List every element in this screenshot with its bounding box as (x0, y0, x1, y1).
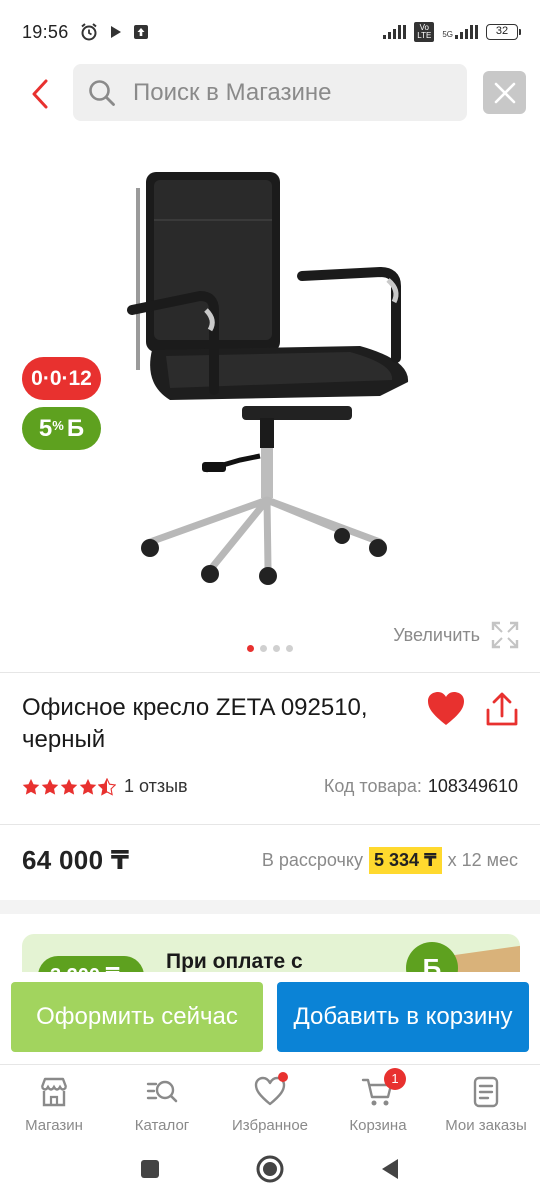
star-icon (79, 778, 97, 795)
status-time: 19:56 (22, 21, 69, 42)
gallery-dot[interactable] (286, 645, 293, 652)
star-icon (41, 778, 59, 795)
back-nav-button[interactable] (375, 1154, 405, 1184)
status-bar: 19:56 Vo LTE 5G 32 (0, 0, 540, 64)
shop-icon (40, 1077, 68, 1107)
cart-count-badge: 1 (384, 1068, 406, 1090)
divider (0, 672, 540, 673)
action-bar: Оформить сейчас Добавить в корзину (0, 972, 540, 1064)
star-half-icon (98, 777, 116, 796)
favorites-dot (278, 1072, 288, 1082)
play-store-icon (110, 26, 121, 38)
gallery-dot-active[interactable] (247, 645, 254, 652)
nav-label: Корзина (349, 1117, 407, 1134)
nav-item-orders[interactable]: Мои заказы (432, 1065, 540, 1140)
catalog-search-icon (146, 1080, 178, 1103)
clear-search-button[interactable] (483, 71, 526, 114)
nav-label: Мои заказы (445, 1117, 527, 1134)
gallery-pagination (0, 645, 540, 652)
divider (0, 824, 540, 825)
promo-text: При оплате с (166, 950, 303, 972)
nav-item-shop[interactable]: Магазин (0, 1065, 108, 1140)
search-box[interactable] (73, 64, 467, 121)
orders-icon (473, 1076, 499, 1108)
system-navigation (0, 1140, 540, 1200)
installment-info[interactable]: В рассрочку 5 334 ₸ x 12 мес (262, 847, 518, 874)
share-icon (486, 692, 518, 726)
sku-value: 108349610 (427, 776, 518, 796)
upload-icon (133, 25, 148, 39)
product-price: 64 000 ₸ (22, 845, 130, 875)
search-header (0, 64, 540, 124)
nav-item-cart[interactable]: 1 Корзина (324, 1065, 432, 1140)
share-button[interactable] (483, 690, 521, 730)
star-icon (60, 778, 78, 795)
installment-badge: 0·0·12 (22, 357, 101, 400)
close-icon (494, 82, 515, 103)
bonus-badge: 5% Б (22, 407, 101, 450)
rating-stars[interactable] (22, 777, 116, 796)
bonus-coin-icon: Б (406, 942, 458, 972)
product-gallery[interactable]: 0·0·12 5% Б Увеличить (0, 130, 540, 670)
nav-label: Избранное (231, 1117, 309, 1134)
card-illustration (448, 944, 520, 972)
sku: Код товара: 108349610 (324, 776, 518, 797)
favorite-button[interactable] (426, 690, 466, 730)
battery-icon: 32 (486, 24, 521, 40)
network-5g-icon: 5G (442, 25, 478, 39)
triangle-back-icon (382, 1159, 398, 1179)
circle-icon (256, 1155, 284, 1183)
installment-prefix: В рассрочку (261, 850, 363, 870)
zoom-label: Увеличить (393, 624, 480, 645)
rating-row: 1 отзыв Код товара: 108349610 (22, 776, 518, 797)
promo-amount: 3 200 ₸ (38, 956, 144, 972)
nav-item-catalog[interactable]: Каталог (108, 1065, 216, 1140)
chevron-left-icon (32, 79, 48, 109)
alarm-icon (80, 23, 97, 41)
search-icon (89, 79, 115, 106)
bottom-navigation: Магазин Каталог Избранное 1 Корзина Мои … (0, 1064, 540, 1140)
signal-icon (383, 25, 407, 39)
home-button[interactable] (255, 1154, 285, 1184)
gallery-dot[interactable] (273, 645, 280, 652)
nav-item-favorites[interactable]: Избранное (216, 1065, 324, 1140)
product-image[interactable] (110, 160, 430, 600)
back-button[interactable] (22, 76, 58, 112)
nav-label: Магазин (25, 1117, 83, 1134)
installment-monthly: 5 334 ₸ (369, 847, 442, 874)
gallery-dot[interactable] (260, 645, 267, 652)
add-to-cart-button[interactable]: Добавить в корзину (277, 982, 529, 1052)
volte-icon: Vo LTE (414, 22, 435, 42)
reviews-link[interactable]: 1 отзыв (124, 776, 188, 797)
star-icon (22, 778, 40, 795)
promo-card[interactable]: 3 200 ₸ При оплате с Б (22, 934, 520, 972)
heart-filled-icon (428, 692, 464, 725)
buy-now-button[interactable]: Оформить сейчас (11, 982, 263, 1052)
recents-button[interactable] (135, 1154, 165, 1184)
installment-suffix: x 12 мес (447, 850, 518, 870)
square-icon (141, 1160, 159, 1178)
section-separator (0, 900, 540, 914)
price-row: 64 000 ₸ В рассрочку 5 334 ₸ x 12 мес (22, 845, 518, 876)
nav-label: Каталог (134, 1117, 190, 1134)
sku-label: Код товара: (323, 776, 422, 796)
search-input[interactable] (133, 78, 433, 107)
product-title: Офисное кресло ZETA 092510, черный (22, 694, 368, 753)
